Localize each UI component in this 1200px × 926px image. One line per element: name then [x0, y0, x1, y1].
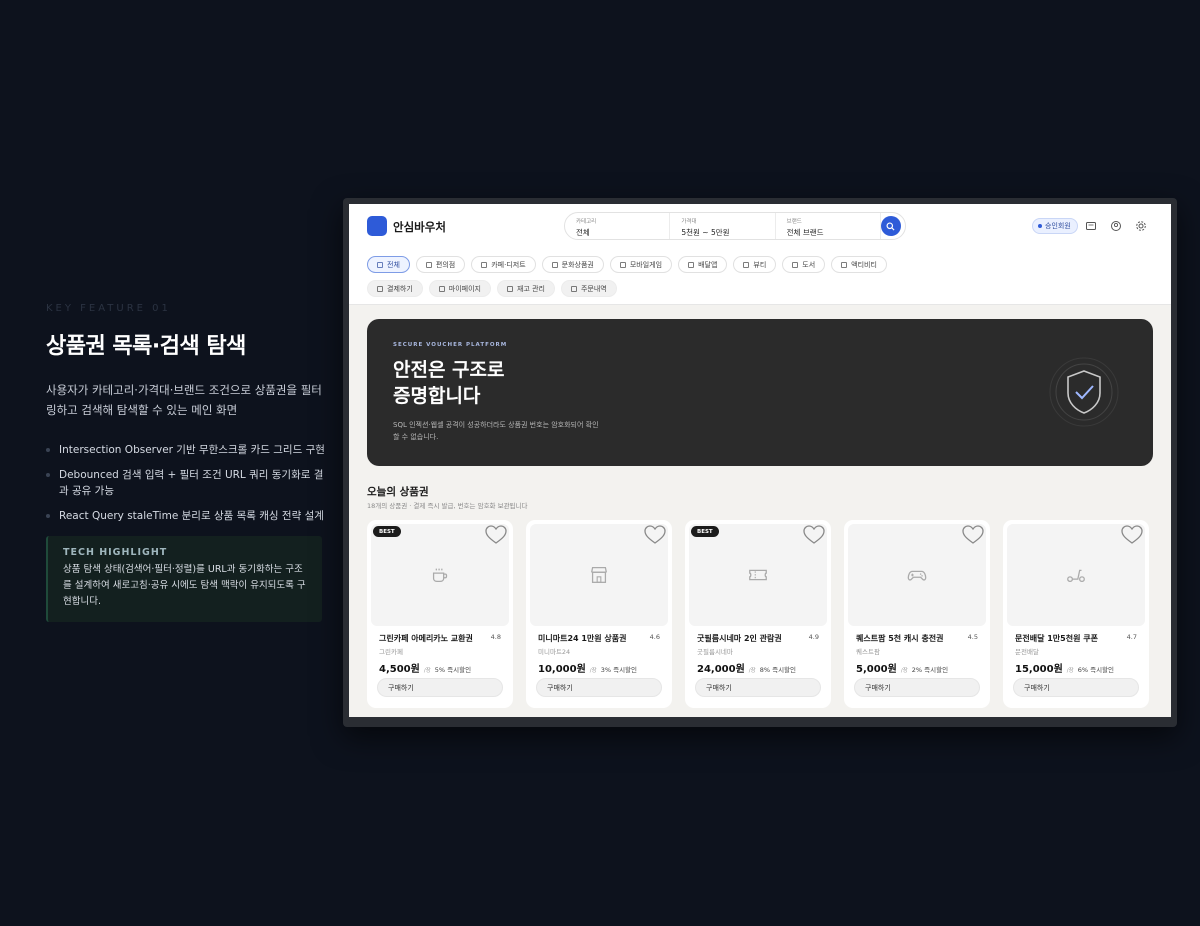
product-brand: 문전배달: [1015, 648, 1039, 656]
section-description: 18개의 상품권 · 결제 즉시 발급, 번호는 암호화 보관됩니다: [367, 502, 528, 510]
category-chip[interactable]: 문화상품권: [541, 256, 604, 273]
heart-icon[interactable]: [803, 525, 825, 545]
quick-links: 결제하기 마이페이지 재고 관리 주문내역: [367, 280, 617, 297]
search-bar: 카테고리 전체 가격대 5천원 ~ 5만원 브랜드 전체 브랜드: [564, 212, 906, 240]
app-screen: 안심바우처 카테고리 전체 가격대 5천원 ~ 5만원 브랜드 전체 브랜드 승…: [349, 204, 1171, 717]
heart-icon[interactable]: [962, 525, 984, 545]
feature-bullet: React Query staleTime 분리로 상품 목록 캐싱 전략 설계: [46, 508, 326, 524]
logo-icon[interactable]: [367, 216, 387, 236]
search-button[interactable]: [880, 216, 901, 236]
product-card[interactable]: 퀘스트팜 5천 캐시 충전권 4.5 퀘스트팜 5,000원/장 2% 즉시할인 …: [844, 520, 990, 708]
hero-banner: SECURE VOUCHER PLATFORM 안전은 구조로 증명합니다 SQ…: [367, 319, 1153, 466]
tech-highlight-box: TECH HIGHLIGHT 상품 탐색 상태(검색어·필터·정렬)를 URL과…: [46, 536, 322, 622]
product-card[interactable]: 미니마트24 1만원 상품권 4.6 미니마트24 10,000원/장 3% 즉시…: [526, 520, 672, 708]
product-brand: 퀘스트팜: [856, 648, 880, 656]
product-card[interactable]: BEST 그린카페 아메리카노 교환권 4.8 그린카페 4,500원/장 5% …: [367, 520, 513, 708]
product-price-row: 4,500원/장 5% 즉시할인: [379, 664, 472, 675]
category-chip[interactable]: 액티비티: [831, 256, 887, 273]
product-rating: 4.8: [490, 633, 501, 641]
logo-text[interactable]: 안심바우처: [393, 219, 446, 235]
product-price-row: 15,000원/장 6% 즉시할인: [1015, 664, 1115, 675]
feature-description: 사용자가 카테고리·가격대·브랜드 조건으로 상품권을 필터링하고 검색해 탐색…: [46, 383, 322, 417]
category-filter[interactable]: 카테고리 전체: [565, 213, 671, 239]
member-status-badge: 승인회원: [1032, 218, 1078, 234]
user-icon[interactable]: [1110, 220, 1122, 232]
product-rating: 4.5: [967, 633, 978, 641]
feature-bullets: Intersection Observer 기반 무한스크롤 카드 그리드 구현…: [46, 442, 326, 524]
quick-link-mypage[interactable]: 마이페이지: [428, 280, 491, 297]
shield-check-icon: [1049, 357, 1119, 427]
buy-button[interactable]: 구매하기: [536, 678, 662, 697]
category-chip[interactable]: 도서: [782, 256, 826, 273]
feature-title: 상품권 목록·검색 탐색: [46, 334, 246, 359]
search-icon: [886, 221, 895, 231]
feature-bullet: Debounced 검색 입력 + 필터 조건 URL 쿼리 동기화로 결과 공…: [46, 467, 326, 499]
product-card[interactable]: BEST 굿필름시네마 2인 관람권 4.9 굿필름시네마 24,000원/장 8…: [685, 520, 831, 708]
scooter-icon: [1067, 569, 1085, 583]
wallet-icon[interactable]: [1085, 220, 1097, 232]
product-name: 미니마트24 1만원 상품권: [538, 634, 627, 643]
category-chip[interactable]: 카페·디저트: [471, 256, 536, 273]
product-name: 문전배달 1만5천원 쿠폰: [1015, 634, 1098, 643]
product-rating: 4.7: [1126, 633, 1137, 641]
category-chip[interactable]: 모바일게임: [609, 256, 673, 273]
coffee-icon: [432, 568, 448, 583]
category-chip[interactable]: 편의점: [415, 256, 466, 273]
price-filter[interactable]: 가격대 5천원 ~ 5만원: [670, 213, 776, 239]
buy-button[interactable]: 구매하기: [377, 678, 503, 697]
product-brand: 미니마트24: [538, 648, 571, 656]
app-header: 안심바우처 카테고리 전체 가격대 5천원 ~ 5만원 브랜드 전체 브랜드 승…: [349, 204, 1171, 305]
quick-link-orders[interactable]: 주문내역: [560, 280, 617, 297]
category-chip[interactable]: 배달앱: [678, 256, 728, 273]
tech-highlight-text: 상품 탐색 상태(검색어·필터·정렬)를 URL과 동기화하는 구조를 설계하여…: [63, 564, 306, 607]
heart-icon[interactable]: [644, 525, 666, 545]
product-card[interactable]: 문전배달 1만5천원 쿠폰 4.7 문전배달 15,000원/장 6% 즉시할인 …: [1003, 520, 1149, 708]
product-price-row: 10,000원/장 3% 즉시할인: [538, 664, 638, 675]
feature-panel: KEY FEATURE 01 상품권 목록·검색 탐색 사용자가 카테고리·가격…: [46, 303, 326, 622]
category-tabs: 전체 편의점 카페·디저트 문화상품권 모바일게임 배달앱 뷰티 도서 액티비티: [367, 256, 887, 273]
heart-icon[interactable]: [1121, 525, 1143, 545]
hero-description: SQL 인젝션·웹셸 공격이 성공하더라도 상품권 번호는 암호화되어 확인할 …: [393, 421, 599, 441]
buy-button[interactable]: 구매하기: [854, 678, 980, 697]
ticket-icon: [749, 569, 767, 581]
quick-link-checkout[interactable]: 결제하기: [367, 280, 423, 297]
category-chip[interactable]: 뷰티: [733, 256, 777, 273]
hero-title: 안전은 구조로 증명합니다: [393, 359, 505, 407]
product-rating: 4.6: [649, 633, 660, 641]
feature-bullet: Intersection Observer 기반 무한스크롤 카드 그리드 구현: [46, 442, 326, 458]
quick-link-inventory[interactable]: 재고 관리: [496, 280, 555, 297]
product-rating: 4.9: [808, 633, 819, 641]
best-badge: BEST: [373, 526, 401, 537]
product-name: 굿필름시네마 2인 관람권: [697, 634, 782, 643]
gear-icon[interactable]: [1135, 220, 1147, 232]
product-grid: BEST 그린카페 아메리카노 교환권 4.8 그린카페 4,500원/장 5% …: [367, 520, 1149, 708]
hero-kicker: SECURE VOUCHER PLATFORM: [393, 342, 508, 348]
buy-button[interactable]: 구매하기: [695, 678, 821, 697]
section-title: 오늘의 상품권: [367, 486, 429, 498]
feature-kicker: KEY FEATURE 01: [46, 303, 171, 314]
tech-highlight-label: TECH HIGHLIGHT: [63, 547, 168, 558]
store-icon: [591, 567, 607, 583]
product-brand: 그린카페: [379, 648, 403, 656]
product-price-row: 24,000원/장 8% 즉시할인: [697, 664, 797, 675]
category-chip[interactable]: 전체: [367, 256, 410, 273]
product-brand: 굿필름시네마: [697, 648, 733, 656]
heart-icon[interactable]: [485, 525, 507, 545]
best-badge: BEST: [691, 526, 719, 537]
brand-filter[interactable]: 브랜드 전체 브랜드: [776, 213, 881, 239]
product-price-row: 5,000원/장 2% 즉시할인: [856, 664, 949, 675]
buy-button[interactable]: 구매하기: [1013, 678, 1139, 697]
product-name: 그린카페 아메리카노 교환권: [379, 634, 473, 643]
gamepad-icon: [907, 570, 927, 581]
product-name: 퀘스트팜 5천 캐시 충전권: [856, 634, 944, 643]
